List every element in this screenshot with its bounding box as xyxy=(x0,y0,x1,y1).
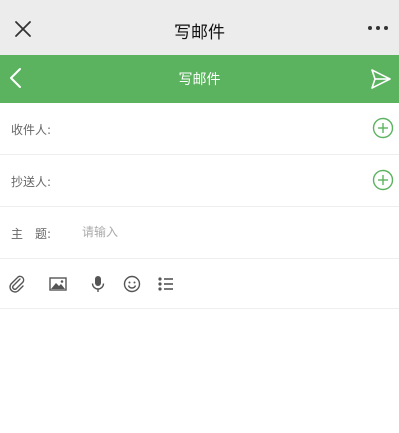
plus-circle-icon[interactable] xyxy=(372,117,394,139)
cc-label: 抄送人: xyxy=(11,175,52,189)
window-title: 写邮件 xyxy=(174,23,225,43)
nav-title: 写邮件 xyxy=(178,72,221,88)
microphone-icon[interactable] xyxy=(88,274,108,294)
emoji-icon[interactable] xyxy=(122,274,142,294)
nav-bar: 写邮件 xyxy=(0,55,399,103)
cc-row[interactable]: 抄送人: xyxy=(0,155,399,207)
attachment-icon[interactable] xyxy=(7,274,27,294)
window-title-bar: 写邮件 xyxy=(0,0,399,55)
subject-label-part2: 题: xyxy=(35,227,52,241)
send-icon[interactable] xyxy=(369,67,393,91)
recipient-label: 收件人: xyxy=(11,123,52,137)
editor-toolbar xyxy=(0,259,399,309)
recipient-row[interactable]: 收件人: xyxy=(0,103,399,155)
subject-label-part1: 主 xyxy=(11,227,24,241)
more-icon[interactable] xyxy=(367,24,389,32)
subject-row: 主 题: xyxy=(0,207,399,259)
image-icon[interactable] xyxy=(48,274,68,294)
plus-circle-icon[interactable] xyxy=(372,169,394,191)
subject-input[interactable] xyxy=(82,221,362,243)
email-body-area[interactable] xyxy=(0,309,399,433)
list-icon[interactable] xyxy=(156,274,176,294)
compose-email-screen: 写邮件 写邮件 收件人: 抄送人: 主 题: 请输入 xyxy=(0,0,399,433)
